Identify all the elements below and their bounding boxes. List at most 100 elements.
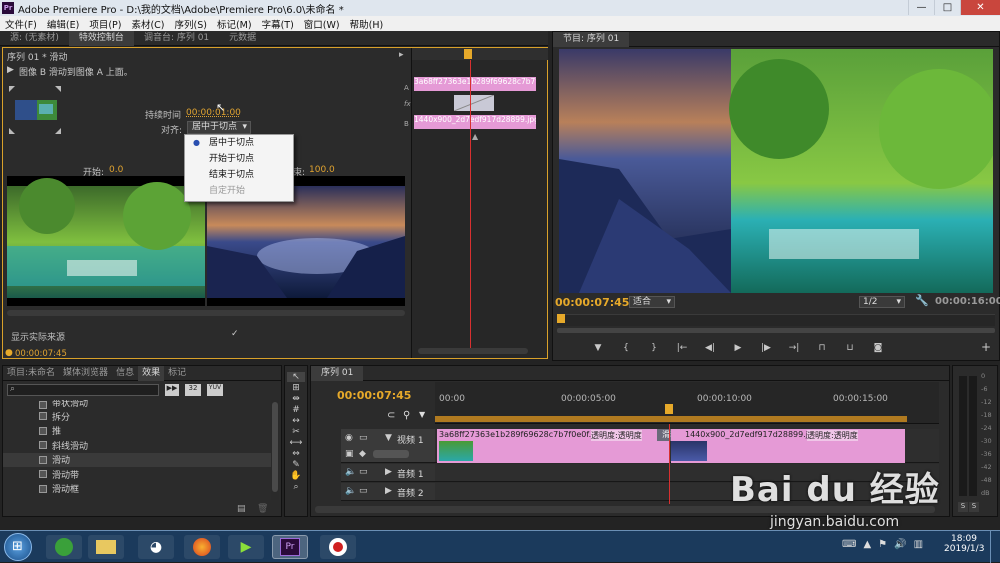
timeline-timecode[interactable]: 00:00:07:45 [337,389,411,402]
play-preview-icon[interactable]: ▶ [7,65,14,75]
program-monitor-tab[interactable]: 节目: 序列 01 [553,31,630,47]
ripple-edit-tool-icon[interactable]: ⇹ [292,394,300,404]
taskbar-explorer[interactable] [88,535,124,559]
tray-arrow-icon[interactable]: ▲ [863,539,871,550]
slip-tool-icon[interactable]: ⟷ [290,438,303,448]
menu-title[interactable]: 字幕(T) [257,17,299,31]
fit-select[interactable]: 适合 ▾ [629,296,675,308]
snap-icon[interactable]: ⊂ [387,410,395,421]
pen-tool-icon[interactable]: ✎ [292,460,300,470]
timeline-tab[interactable]: 序列 01 [311,365,364,381]
list-item-selected[interactable]: 滑动 [3,452,271,467]
program-timecode[interactable]: 00:00:07:45 [555,296,629,309]
speaker-icon[interactable]: 🔈 [345,467,356,477]
lift-icon[interactable]: ⊓ [811,339,833,357]
mini-timeline-scrollbar[interactable] [418,348,528,354]
sequence-marker-icon[interactable]: ⚲ [403,410,410,421]
taskbar-recorder[interactable] [320,535,356,559]
tab-markers[interactable]: 标记 [164,366,190,381]
menu-file[interactable]: 文件(F) [0,17,42,31]
solo-right-button[interactable]: S [969,502,979,512]
list-item[interactable]: 滑动框 [3,482,271,497]
menu-sequence[interactable]: 序列(S) [170,17,212,31]
taskbar-qq[interactable]: ◕ [138,535,174,559]
keyboard-icon[interactable]: ⌨ [842,539,856,550]
volume-icon[interactable]: 🔊 [894,539,906,550]
menu-clip[interactable]: 素材(C) [126,17,169,31]
tab-info[interactable]: 信息 [112,366,138,381]
lock-icon[interactable]: ▭ [359,433,368,443]
collapse-arrow-icon[interactable]: ▼ [385,433,392,443]
add-marker-icon[interactable]: ▼ [419,410,425,419]
clip-a-bar[interactable]: 3a68ff27363e1b289f69628c7b7f0e0f.jpg [414,77,536,91]
solo-left-button[interactable]: S [958,502,968,512]
step-forward-icon[interactable]: |▶ [755,339,777,357]
add-marker-icon[interactable]: ▼ [587,339,609,357]
preview-scrollbar[interactable] [7,310,405,316]
expand-arrow-icon[interactable]: ▸ [399,50,404,60]
list-item[interactable]: 滑动带 [3,467,271,482]
program-zoom-bar[interactable] [557,328,995,333]
mark-in-icon[interactable]: { [615,339,637,357]
clip1-opacity[interactable]: 透明度:透明度 [591,430,642,441]
show-actual-source-checkbox[interactable]: ✓ [231,329,239,339]
menu-marker[interactable]: 标记(M) [212,17,257,31]
close-button[interactable]: ✕ [960,0,1000,15]
zoom-tool-icon[interactable]: ⌕ [293,482,298,492]
lock-icon[interactable]: ▭ [359,486,368,496]
taskbar-video-editor[interactable]: ▶ [228,535,264,559]
lock-icon[interactable]: ▭ [359,467,368,477]
program-playhead-icon[interactable] [557,314,565,323]
mini-playhead-icon[interactable] [464,49,472,59]
taskbar-360-browser[interactable] [46,535,82,559]
rate-stretch-tool-icon[interactable]: ↔ [292,416,300,426]
keyframe-nav[interactable] [373,450,409,458]
clip2[interactable]: 1440x900_2d7edf917d28899.jpg 透明度:透明度 [671,429,905,463]
tab-effect-controls[interactable]: 特效控制台 [68,30,134,46]
menu-project[interactable]: 项目(P) [84,17,126,31]
program-viewer[interactable] [559,49,999,293]
expand-arrow-icon[interactable]: ▶ [385,486,392,496]
add-button-icon[interactable]: + [981,340,991,354]
duration-value[interactable]: 00:00:01:00 [186,108,241,118]
new-bin-icon[interactable]: ▤ [237,504,246,514]
effects-scrollbar[interactable] [271,400,279,500]
speaker-icon[interactable]: 🔈 [345,486,356,496]
slide-tool-icon[interactable]: ⇔ [292,449,300,459]
list-item[interactable]: 斜线滑动 [3,438,271,453]
tab-effects[interactable]: 效果 [138,365,165,381]
go-to-in-icon[interactable]: |← [671,339,693,357]
flag-icon[interactable]: ⚑ [878,539,887,550]
settings-wrench-icon[interactable]: 🔧 [915,294,929,307]
tab-metadata[interactable]: 元数据 [219,31,266,46]
mark-out-icon[interactable]: } [643,339,665,357]
32bit-effects-icon[interactable]: 32 [185,384,201,396]
menu-edit[interactable]: 编辑(E) [42,17,84,31]
taskbar-clock[interactable]: 18:09 2019/1/3 [944,534,984,554]
tab-audio-mixer[interactable]: 调音台: 序列 01 [134,31,219,46]
work-area-bar[interactable] [435,416,907,422]
align-option-center[interactable]: ● 居中于切点 [185,135,293,151]
align-select[interactable]: 居中于切点 ▾ [187,121,251,134]
taskbar-premiere[interactable]: Pr [272,535,308,559]
list-item[interactable]: 推 [3,424,271,439]
show-desktop-button[interactable] [990,531,1000,563]
go-to-out-icon[interactable]: →| [783,339,805,357]
program-time-ruler[interactable] [557,314,995,326]
clip2-opacity[interactable]: 透明度:透明度 [807,430,858,441]
display-style-icon[interactable]: ▣ [345,449,354,459]
rolling-edit-tool-icon[interactable]: # [292,405,300,415]
accelerated-effects-icon[interactable]: ▶▶ [165,384,179,396]
end-value[interactable]: 100.0 [309,165,335,175]
track-select-tool-icon[interactable]: ⊞ [292,383,300,393]
razor-tool-icon[interactable]: ✂ [292,427,300,437]
eye-icon[interactable]: ◉ [345,433,353,443]
resolution-select[interactable]: 1/2 ▾ [859,296,905,308]
start-button[interactable]: ⊞ [4,533,32,561]
list-item[interactable]: 拆分 [3,409,271,424]
delete-icon[interactable]: 🗑 [257,504,268,514]
taskbar-firefox[interactable] [184,535,220,559]
transition-thumbnail[interactable] [9,86,61,134]
tab-source[interactable]: 源: (无素材) [0,31,69,46]
align-option-start[interactable]: 开始于切点 [185,151,293,167]
